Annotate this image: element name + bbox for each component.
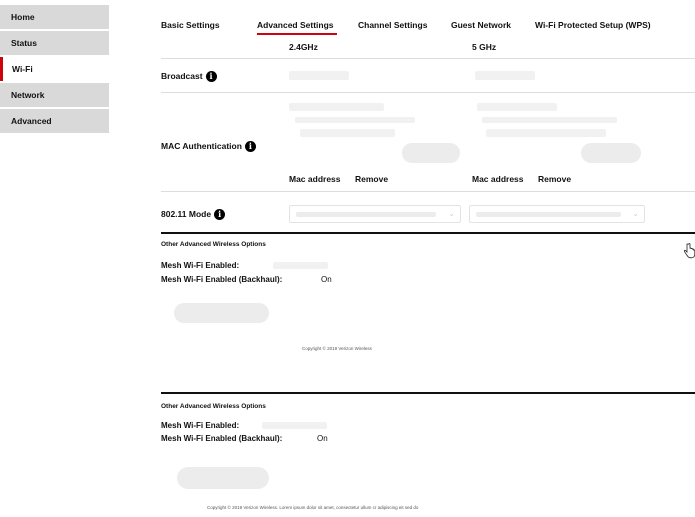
- copyright-footer: Copyright © 2019 Verizon Wireless. Lorem…: [207, 505, 419, 510]
- tab-guest-network[interactable]: Guest Network: [451, 20, 511, 30]
- tab-channel-settings[interactable]: Channel Settings: [358, 20, 427, 30]
- sidebar-item-status[interactable]: Status: [0, 31, 109, 55]
- mac-auth-5-option[interactable]: [486, 129, 606, 137]
- other-options-title: Other Advanced Wireless Options: [161, 403, 266, 410]
- mac-auth-24-input[interactable]: [295, 117, 415, 123]
- broadcast-24-toggle[interactable]: [289, 71, 349, 80]
- mac-auth-label: MAC Authentication i: [161, 141, 256, 153]
- mesh-wifi-label: Mesh Wi-Fi Enabled:: [161, 261, 240, 270]
- tab-basic-settings[interactable]: Basic Settings: [161, 20, 220, 30]
- hand-pointer-icon: [683, 243, 695, 264]
- tab-wps[interactable]: Wi-Fi Protected Setup (WPS): [535, 20, 651, 30]
- broadcast-label: Broadcast i: [161, 71, 217, 83]
- mac-auth-24-option[interactable]: [300, 129, 395, 137]
- chevron-down-icon: ⌄: [632, 209, 639, 218]
- band-5ghz-header: 5 GHz: [472, 42, 497, 52]
- divider: [161, 58, 695, 59]
- apply-button[interactable]: [174, 303, 269, 323]
- mesh-wifi-toggle[interactable]: [262, 422, 327, 429]
- mesh-backhaul-label: Mesh Wi-Fi Enabled (Backhaul):: [161, 275, 283, 284]
- mac-auth-5-option[interactable]: [477, 103, 557, 111]
- sidebar-item-network[interactable]: Network: [0, 83, 109, 107]
- broadcast-5-toggle[interactable]: [475, 71, 535, 80]
- section-divider: [161, 392, 695, 394]
- tab-advanced-settings[interactable]: Advanced Settings: [257, 20, 334, 30]
- remove-column: Remove: [538, 174, 572, 184]
- mode-5-select[interactable]: ⌄: [469, 205, 645, 223]
- chevron-down-icon: ⌄: [448, 209, 455, 218]
- sidebar-item-advanced[interactable]: Advanced: [0, 109, 109, 133]
- mesh-backhaul-label: Mesh Wi-Fi Enabled (Backhaul):: [161, 434, 283, 443]
- sidebar-item-home[interactable]: Home: [0, 5, 109, 29]
- mode-label: 802.11 Mode i: [161, 209, 226, 221]
- mac-address-column: Mac address: [289, 174, 341, 184]
- add-mac-24-button[interactable]: [402, 143, 460, 163]
- add-mac-5-button[interactable]: [581, 143, 641, 163]
- band-24ghz-header: 2.4GHz: [289, 42, 318, 52]
- sidebar-item-wifi[interactable]: Wi-Fi: [0, 57, 109, 81]
- divider: [161, 191, 695, 192]
- info-icon[interactable]: i: [214, 209, 226, 221]
- info-icon[interactable]: i: [205, 71, 217, 83]
- mode-24-select[interactable]: ⌄: [289, 205, 461, 223]
- mesh-wifi-toggle[interactable]: [273, 262, 328, 269]
- mac-address-column: Mac address: [472, 174, 524, 184]
- info-icon[interactable]: i: [244, 141, 256, 153]
- remove-column: Remove: [355, 174, 389, 184]
- sidebar-nav: Home Status Wi-Fi Network Advanced: [0, 5, 109, 135]
- mesh-wifi-label: Mesh Wi-Fi Enabled:: [161, 421, 240, 430]
- apply-button[interactable]: [177, 467, 269, 489]
- mac-auth-5-input[interactable]: [482, 117, 617, 123]
- mesh-backhaul-value: On: [317, 434, 328, 443]
- other-options-title: Other Advanced Wireless Options: [161, 241, 266, 248]
- section-divider: [161, 232, 695, 234]
- divider: [161, 92, 695, 93]
- mesh-backhaul-value: On: [321, 275, 332, 284]
- mac-auth-24-option[interactable]: [289, 103, 384, 111]
- copyright-footer: Copyright © 2019 Verizon Wireless: [302, 346, 372, 351]
- active-tab-indicator: [257, 33, 337, 35]
